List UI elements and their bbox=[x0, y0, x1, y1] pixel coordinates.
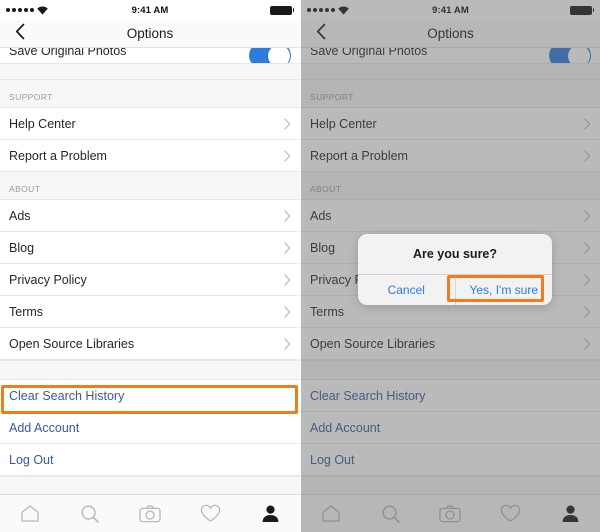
row-label: Ads bbox=[9, 208, 31, 223]
confirmation-dialog: Are you sure? Cancel Yes, I'm sure bbox=[358, 234, 552, 305]
page-title: Options bbox=[126, 25, 174, 41]
row-blog[interactable]: Blog bbox=[0, 232, 300, 264]
row-log-out[interactable]: Log Out bbox=[0, 444, 300, 476]
row-label: Blog bbox=[9, 240, 35, 255]
camera-icon bbox=[139, 505, 161, 523]
section-gap bbox=[0, 476, 300, 496]
phone-screen-left: 9:41 AM Options Save Original Photos SUP… bbox=[0, 0, 300, 532]
row-label: Help Center bbox=[9, 116, 76, 131]
tab-profile[interactable] bbox=[240, 495, 300, 532]
tab-activity[interactable] bbox=[180, 495, 240, 532]
row-terms[interactable]: Terms bbox=[0, 296, 300, 328]
chevron-right-icon bbox=[284, 117, 291, 130]
chevron-right-icon bbox=[284, 337, 291, 350]
row-save-original-photos[interactable]: Save Original Photos bbox=[0, 48, 300, 64]
tab-search[interactable] bbox=[60, 495, 120, 532]
row-clear-search-history[interactable]: Clear Search History bbox=[0, 380, 300, 412]
dialog-actions: Cancel Yes, I'm sure bbox=[358, 275, 552, 305]
row-open-source-libraries[interactable]: Open Source Libraries bbox=[0, 328, 300, 360]
phone-screen-right: 9:41 AM Options Save Original Photos SUP… bbox=[300, 0, 600, 532]
row-label: Report a Problem bbox=[9, 148, 107, 163]
tab-camera[interactable] bbox=[120, 495, 180, 532]
profile-icon bbox=[261, 504, 280, 523]
row-help-center[interactable]: Help Center bbox=[0, 108, 300, 140]
chevron-right-icon bbox=[284, 305, 291, 318]
row-report-a-problem[interactable]: Report a Problem bbox=[0, 140, 300, 172]
row-label: Privacy Policy bbox=[9, 272, 87, 287]
status-bar-time: 9:41 AM bbox=[131, 4, 169, 16]
row-ads[interactable]: Ads bbox=[0, 200, 300, 232]
section-gap bbox=[0, 360, 300, 380]
chevron-right-icon bbox=[284, 149, 291, 162]
row-add-account[interactable]: Add Account bbox=[0, 412, 300, 444]
tab-home[interactable] bbox=[0, 495, 60, 532]
row-label: Clear Search History bbox=[9, 388, 125, 403]
navigation-bar: Options bbox=[0, 20, 300, 48]
row-label: Add Account bbox=[9, 420, 80, 435]
chevron-right-icon bbox=[284, 209, 291, 222]
section-gap bbox=[0, 64, 300, 80]
dialog-title: Are you sure? bbox=[358, 234, 552, 275]
row-label: Terms bbox=[9, 304, 44, 319]
options-list: Save Original Photos SUPPORT Help Center… bbox=[0, 48, 300, 496]
row-label: Log Out bbox=[9, 452, 54, 467]
two-phone-screenshots: 9:41 AM Options Save Original Photos SUP… bbox=[0, 0, 600, 532]
search-icon bbox=[80, 504, 100, 524]
home-icon bbox=[20, 504, 40, 523]
section-header-about: ABOUT bbox=[0, 172, 300, 200]
battery-full-icon bbox=[269, 5, 294, 15]
row-label: Open Source Libraries bbox=[9, 336, 135, 351]
heart-icon bbox=[200, 504, 221, 523]
row-label: Save Original Photos bbox=[9, 48, 127, 58]
cancel-button[interactable]: Cancel bbox=[358, 275, 455, 305]
chevron-right-icon bbox=[284, 273, 291, 286]
chevron-right-icon bbox=[284, 241, 291, 254]
tab-bar bbox=[0, 494, 300, 532]
row-privacy-policy[interactable]: Privacy Policy bbox=[0, 264, 300, 296]
section-header-support: SUPPORT bbox=[0, 80, 300, 108]
status-bar: 9:41 AM bbox=[0, 0, 300, 20]
save-original-photos-toggle[interactable] bbox=[249, 48, 291, 63]
confirm-button[interactable]: Yes, I'm sure bbox=[454, 275, 553, 305]
